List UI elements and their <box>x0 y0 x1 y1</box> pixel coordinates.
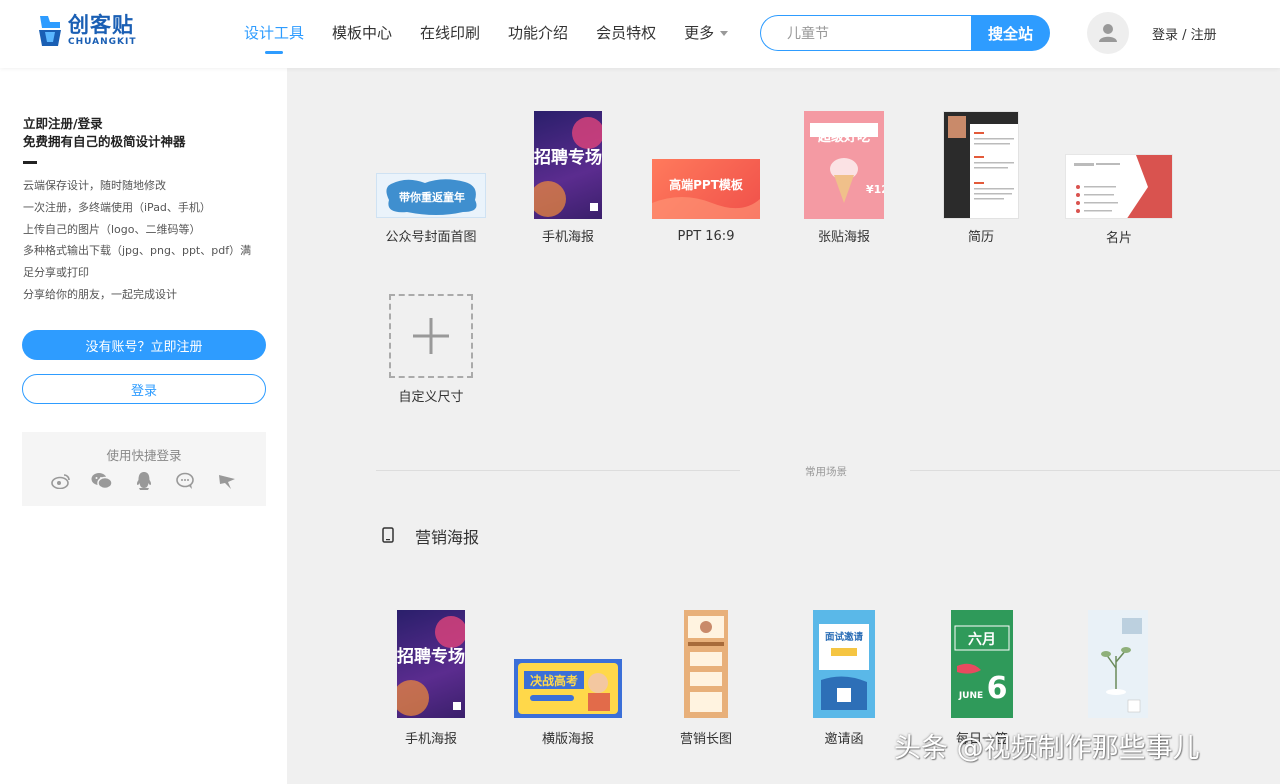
feature-item: 分享给你的朋友，一起完成设计 <box>23 288 177 301</box>
thumbnail <box>389 294 473 378</box>
size-card-ppt[interactable]: 高端PPT模板 PPT 16:9 <box>652 159 760 244</box>
thumbnail: 六月 6 JUNE <box>951 610 1013 718</box>
svg-text:招聘专场: 招聘专场 <box>534 147 602 168</box>
scene-card-invitation[interactable]: 面试邀请 邀请函 <box>813 610 875 747</box>
search-input[interactable] <box>760 15 980 51</box>
svg-text:带你重返童年: 带你重返童年 <box>399 190 465 204</box>
chevron-down-icon <box>720 31 729 36</box>
thumbnail: 招聘专场 <box>397 610 465 718</box>
size-card-mobile-poster[interactable]: 招聘专场 手机海报 <box>534 111 602 245</box>
divider-label: 常用场景 <box>805 466 847 478</box>
sidebar-title: 立即注册/登录 <box>23 116 103 131</box>
size-card-business-card[interactable]: 名片 <box>1065 154 1173 246</box>
custom-size-label: 自定义尺寸 <box>398 390 464 405</box>
section-title: 营销海报 <box>415 528 480 547</box>
register-button[interactable]: 没有账号？立即注册 <box>22 330 266 360</box>
weibo-icon[interactable] <box>50 470 72 492</box>
wechat-icon[interactable] <box>91 470 114 492</box>
nav-more[interactable]: 更多 <box>676 0 736 68</box>
divider <box>910 470 1280 471</box>
nav-design-tools[interactable]: 设计工具 <box>236 0 312 68</box>
svg-text:6: 6 <box>987 671 1008 706</box>
logo-text: 创客贴 <box>68 13 134 37</box>
top-header: 创客贴 CHUANGKIT 设计工具 模板中心 在线印刷 功能介绍 会员特权 更… <box>0 0 1280 68</box>
thumbnail <box>943 111 1019 219</box>
scene-card-daily-sign[interactable]: 六月 6 JUNE 每日一签 <box>951 610 1013 747</box>
phone-icon <box>382 527 394 543</box>
size-card-label: 简历 <box>967 230 994 245</box>
size-card-label: 公众号封面首图 <box>385 230 477 245</box>
svg-text:¥12: ¥12 <box>866 183 884 196</box>
svg-text:决战高考: 决战高考 <box>530 673 578 688</box>
size-card-label: PPT 16:9 <box>677 229 735 244</box>
svg-text:超级好吃: 超级好吃 <box>818 129 870 145</box>
login-register-link[interactable]: 登录 / 注册 <box>1152 24 1217 43</box>
svg-text:六月: 六月 <box>968 631 996 648</box>
login-button[interactable]: 登录 <box>22 374 266 404</box>
watermark-text: 头条 @视频制作那些事儿 <box>894 733 1200 764</box>
scene-card-illustration[interactable] <box>1088 610 1148 722</box>
divider <box>23 161 37 164</box>
scene-card-label: 营销长图 <box>679 732 732 747</box>
scene-card-horizontal-poster[interactable]: 决战高考 横版海报 <box>514 659 622 747</box>
size-card-label: 手机海报 <box>541 230 594 245</box>
size-card-resume[interactable]: 简历 <box>943 111 1019 245</box>
size-card-print-poster[interactable]: 超级好吃 ¥12 张贴海报 <box>804 111 884 245</box>
bird-icon[interactable] <box>216 470 238 492</box>
thumbnail: 面试邀请 <box>813 610 875 718</box>
size-card-label: 张贴海报 <box>817 230 870 245</box>
divider <box>376 470 740 471</box>
quick-login-title: 使用快捷登录 <box>106 448 182 463</box>
feature-item: 上传自己的图片（logo、二维码等） <box>23 223 201 236</box>
quick-login-panel: 使用快捷登录 <box>22 432 266 506</box>
thumbnail: 高端PPT模板 <box>652 159 760 219</box>
thumbnail: 超级好吃 ¥12 <box>804 111 884 219</box>
scene-card-long-image[interactable]: 营销长图 <box>680 610 732 747</box>
sidebar: 立即注册/登录 免费拥有自己的极简设计神器 云端保存设计，随时随地修改 一次注册… <box>0 68 287 784</box>
scene-card-label: 手机海报 <box>404 732 457 747</box>
scene-card-label: 邀请函 <box>824 732 864 747</box>
chat-icon[interactable] <box>175 470 197 492</box>
nav-templates[interactable]: 模板中心 <box>324 0 400 68</box>
nav-printing[interactable]: 在线印刷 <box>412 0 488 68</box>
feature-item: 云端保存设计，随时随地修改 <box>23 179 166 192</box>
search-bar: 搜全站 <box>760 15 1050 51</box>
nav-membership[interactable]: 会员特权 <box>588 0 664 68</box>
logo-icon <box>36 14 64 48</box>
custom-size-button[interactable]: 自定义尺寸 <box>389 294 473 405</box>
thumbnail: 决战高考 <box>514 659 622 718</box>
sidebar-subtitle: 免费拥有自己的极简设计神器 <box>23 134 186 149</box>
scene-card-mobile-poster[interactable]: 招聘专场 手机海报 <box>397 610 465 747</box>
thumbnail: 招聘专场 <box>534 111 602 219</box>
feature-item: 一次注册，多终端使用（iPad、手机） <box>23 201 211 214</box>
qq-icon[interactable] <box>133 470 155 492</box>
user-icon <box>1099 24 1117 42</box>
logo-subtext: CHUANGKIT <box>68 37 137 47</box>
nav-features[interactable]: 功能介绍 <box>500 0 576 68</box>
thumbnail: 带你重返童年 <box>376 173 486 218</box>
svg-text:高端PPT模板: 高端PPT模板 <box>669 177 744 192</box>
svg-text:招聘专场: 招聘专场 <box>397 646 465 667</box>
main-nav: 设计工具 模板中心 在线印刷 功能介绍 会员特权 更多 <box>236 0 748 68</box>
thumbnail <box>684 610 728 718</box>
size-card-label: 名片 <box>1105 231 1132 246</box>
feature-item: 足分享或打印 <box>23 266 89 279</box>
thumbnail <box>1065 154 1173 219</box>
thumbnail <box>1088 610 1148 718</box>
main-content: 带你重返童年 公众号封面首图 招聘专场 手机海报 高端PPT模板 PPT 16:… <box>287 68 1280 784</box>
plus-icon <box>413 318 449 354</box>
logo[interactable]: 创客贴 CHUANGKIT <box>36 14 137 48</box>
scene-card-label: 横版海报 <box>541 732 594 747</box>
avatar[interactable] <box>1087 12 1129 54</box>
search-button[interactable]: 搜全站 <box>971 15 1050 51</box>
svg-text:JUNE: JUNE <box>958 691 983 701</box>
feature-item: 多种格式输出下载（jpg、png、ppt、pdf）满 <box>23 244 252 257</box>
size-card-wechat-cover[interactable]: 带你重返童年 公众号封面首图 <box>376 173 486 245</box>
svg-text:面试邀请: 面试邀请 <box>825 631 864 643</box>
